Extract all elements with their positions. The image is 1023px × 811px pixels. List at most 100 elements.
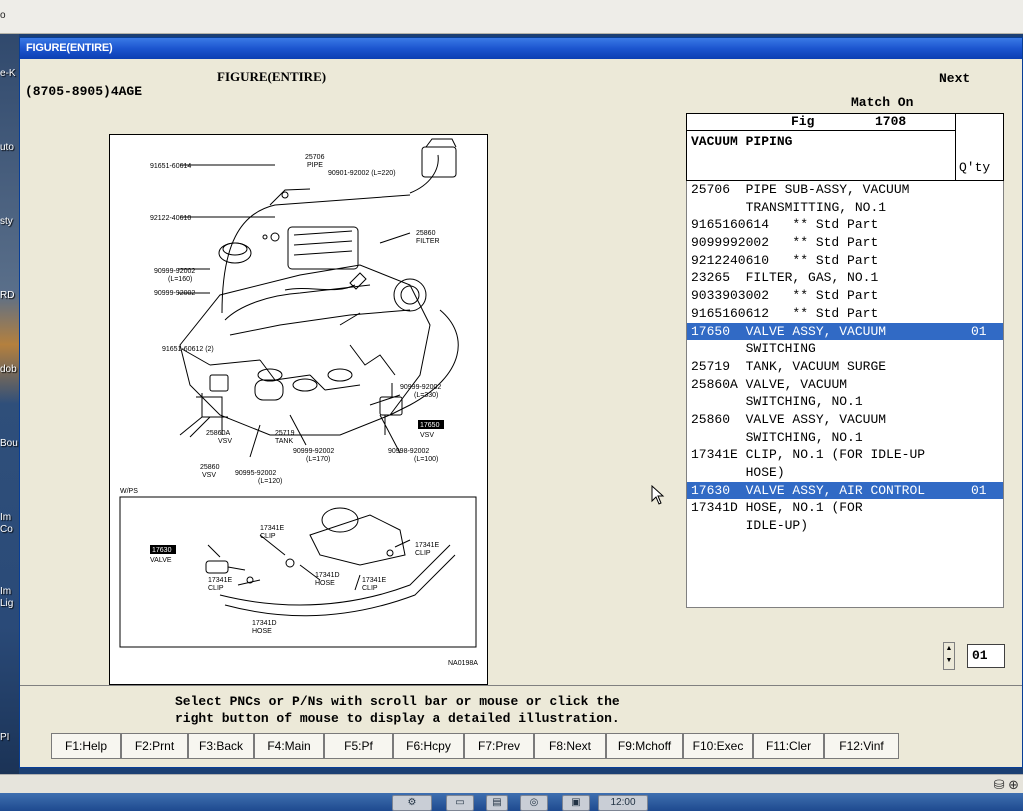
callout-label: 25719 [275, 430, 295, 437]
part-quantity: 01 [971, 482, 987, 498]
taskbar-globe-icon[interactable]: ◎ [520, 795, 548, 811]
parts-list-row[interactable]: SWITCHING, NO.1 [687, 393, 1003, 411]
callout-label: CLIP [362, 585, 378, 592]
parts-illustration[interactable]: 25706 PIPE 90901-92002 (L=220) 91651-606… [109, 134, 488, 685]
parts-list-row[interactable]: 9099992002 ** Std Part [687, 234, 1003, 252]
taskbar-document-icon[interactable]: ▤ [486, 795, 508, 811]
callout-label[interactable]: 17650 [420, 422, 440, 429]
callout-label: 17341E [208, 577, 232, 584]
parts-list-row[interactable]: 25860A VALVE, VACUUM [687, 376, 1003, 394]
spinner-down-icon[interactable]: ▼ [944, 655, 954, 667]
window-title: FIGURE(ENTIRE) [26, 42, 113, 54]
function-key-f2[interactable]: F2:Prnt [121, 733, 188, 759]
parts-list-row[interactable]: 17650 VALVE ASSY, VACUUM 01 [687, 322, 1003, 341]
taskbar-tools-icon[interactable]: ⚙ [392, 795, 432, 811]
window-titlebar[interactable]: FIGURE(ENTIRE) [20, 38, 1022, 59]
parts-list-row[interactable]: 9033903002 ** Std Part [687, 287, 1003, 305]
part-description: HOSE) [745, 465, 785, 480]
part-description: ** Std Part [776, 235, 879, 251]
qty-column-header: Q'ty [959, 160, 991, 175]
callout-label: HOSE [252, 628, 272, 635]
callout-label: 91651-60614 [150, 163, 191, 170]
desktop-icon-label[interactable]: Lig [0, 598, 13, 609]
desktop-icon-label[interactable]: sty [0, 216, 13, 227]
part-number: 25860A [691, 376, 738, 392]
callout-label[interactable]: 17630 [152, 547, 172, 554]
qty-spinner[interactable]: ▲ ▼ [943, 642, 955, 670]
part-number: 17650 [691, 323, 738, 339]
function-key-f6[interactable]: F6:Hcpy [393, 733, 464, 759]
parts-list-row[interactable]: HOSE) [687, 464, 1003, 482]
callout-label: (L=330) [414, 392, 438, 399]
part-number: 17341E [691, 447, 738, 463]
function-key-f1[interactable]: F1:Help [51, 733, 121, 759]
parts-list-row[interactable]: 17630 VALVE ASSY, AIR CONTROL 01 [687, 481, 1003, 500]
part-number [691, 430, 738, 445]
part-number [691, 200, 738, 215]
desktop-icon-label[interactable]: RD [0, 290, 14, 301]
parts-list-row[interactable]: SWITCHING [687, 340, 1003, 358]
taskbar-monitor-icon[interactable]: ▭ [446, 795, 474, 811]
part-description: SWITCHING, NO.1 [745, 394, 863, 410]
status-icons[interactable]: ⛁ ⊕ [994, 777, 1019, 793]
parts-list-row[interactable]: 23265 FILTER, GAS, NO.1 [687, 269, 1003, 287]
parts-list-row[interactable]: TRANSMITTING, NO.1 [687, 199, 1003, 217]
callout-label: CLIP [415, 550, 431, 557]
quantity-field[interactable]: 01 [967, 644, 1005, 668]
parts-list-row[interactable]: 9212240610 ** Std Part [687, 252, 1003, 270]
function-key-f5[interactable]: F5:Pf [324, 733, 393, 759]
callout-label: VSV [218, 438, 232, 445]
part-number: 25860 [691, 411, 738, 427]
parts-list-row[interactable]: IDLE-UP) [687, 517, 1003, 535]
taskbar-save-icon[interactable]: ▣ [562, 795, 590, 811]
parts-list-row[interactable]: 9165160612 ** Std Part [687, 305, 1003, 323]
desktop-icon-label[interactable]: dob [0, 364, 17, 375]
function-key-f12[interactable]: F12:Vinf [824, 733, 899, 759]
callout-label: VSV [420, 432, 434, 439]
desktop-icon-label[interactable]: e-K [0, 68, 16, 79]
desktop-icon-label[interactable]: Im [0, 586, 11, 597]
part-description: VALVE, VACUUM [745, 376, 848, 392]
match-on-indicator: Match On [851, 95, 914, 110]
parts-list-row[interactable]: 17341D HOSE, NO.1 (FOR [687, 499, 1003, 517]
function-key-f7[interactable]: F7:Prev [464, 733, 534, 759]
callout-label: 92122-40610 [150, 215, 191, 222]
header-divider [687, 130, 955, 131]
callout-label: (L=170) [306, 456, 330, 463]
host-top-bar: o [0, 0, 1023, 34]
desktop-icon-label[interactable]: PI [0, 732, 9, 743]
part-description: TANK, VACUUM SURGE [745, 358, 887, 374]
function-key-f4[interactable]: F4:Main [254, 733, 324, 759]
callout-label: 90999-92002 [154, 290, 195, 297]
callout-label: 17341E [260, 525, 284, 532]
parts-list-row[interactable]: SWITCHING, NO.1 [687, 429, 1003, 447]
parts-list-row[interactable]: 9165160614 ** Std Part [687, 216, 1003, 234]
spinner-up-icon[interactable]: ▲ [944, 643, 954, 655]
parts-list-row[interactable]: 25706 PIPE SUB-ASSY, VACUUM [687, 181, 1003, 199]
fig-number: 1708 [875, 114, 907, 129]
function-key-f11[interactable]: F11:Cler [753, 733, 824, 759]
callout-label: PIPE [307, 162, 323, 169]
parts-list-row[interactable]: 25860 VALVE ASSY, VACUUM [687, 411, 1003, 429]
function-key-f8[interactable]: F8:Next [534, 733, 606, 759]
part-description: ** Std Part [776, 305, 879, 321]
mouse-pointer-icon [651, 485, 665, 505]
callout-label: 17341E [415, 542, 439, 549]
desktop-icon-label[interactable]: uto [0, 142, 14, 153]
parts-list[interactable]: 25706 PIPE SUB-ASSY, VACUUM TRANSMITTING… [686, 181, 1004, 608]
taskbar-clock[interactable]: 12:00 [598, 795, 648, 811]
function-key-f9[interactable]: F9:Mchoff [606, 733, 683, 759]
desktop-icon-label[interactable]: Co [0, 524, 13, 535]
function-key-bar: F1:Help F2:Prnt F3:Back F4:Main F5:Pf F6:Hcpy… [51, 733, 899, 759]
desktop-icon-label[interactable]: Bou [0, 438, 18, 449]
desktop-icon-label[interactable]: Im [0, 512, 11, 523]
function-key-f10[interactable]: F10:Exec [683, 733, 753, 759]
parts-list-row[interactable]: 17341E CLIP, NO.1 (FOR IDLE-UP [687, 446, 1003, 464]
part-description: SWITCHING [745, 341, 816, 357]
callout-label: 17341D [315, 572, 340, 579]
part-number: 25719 [691, 358, 738, 374]
parts-list-row[interactable]: 25719 TANK, VACUUM SURGE [687, 358, 1003, 376]
function-key-f3[interactable]: F3:Back [188, 733, 254, 759]
model-code: (8705-8905)4AGE [25, 84, 143, 99]
part-description: PIPE SUB-ASSY, VACUUM [745, 182, 910, 197]
